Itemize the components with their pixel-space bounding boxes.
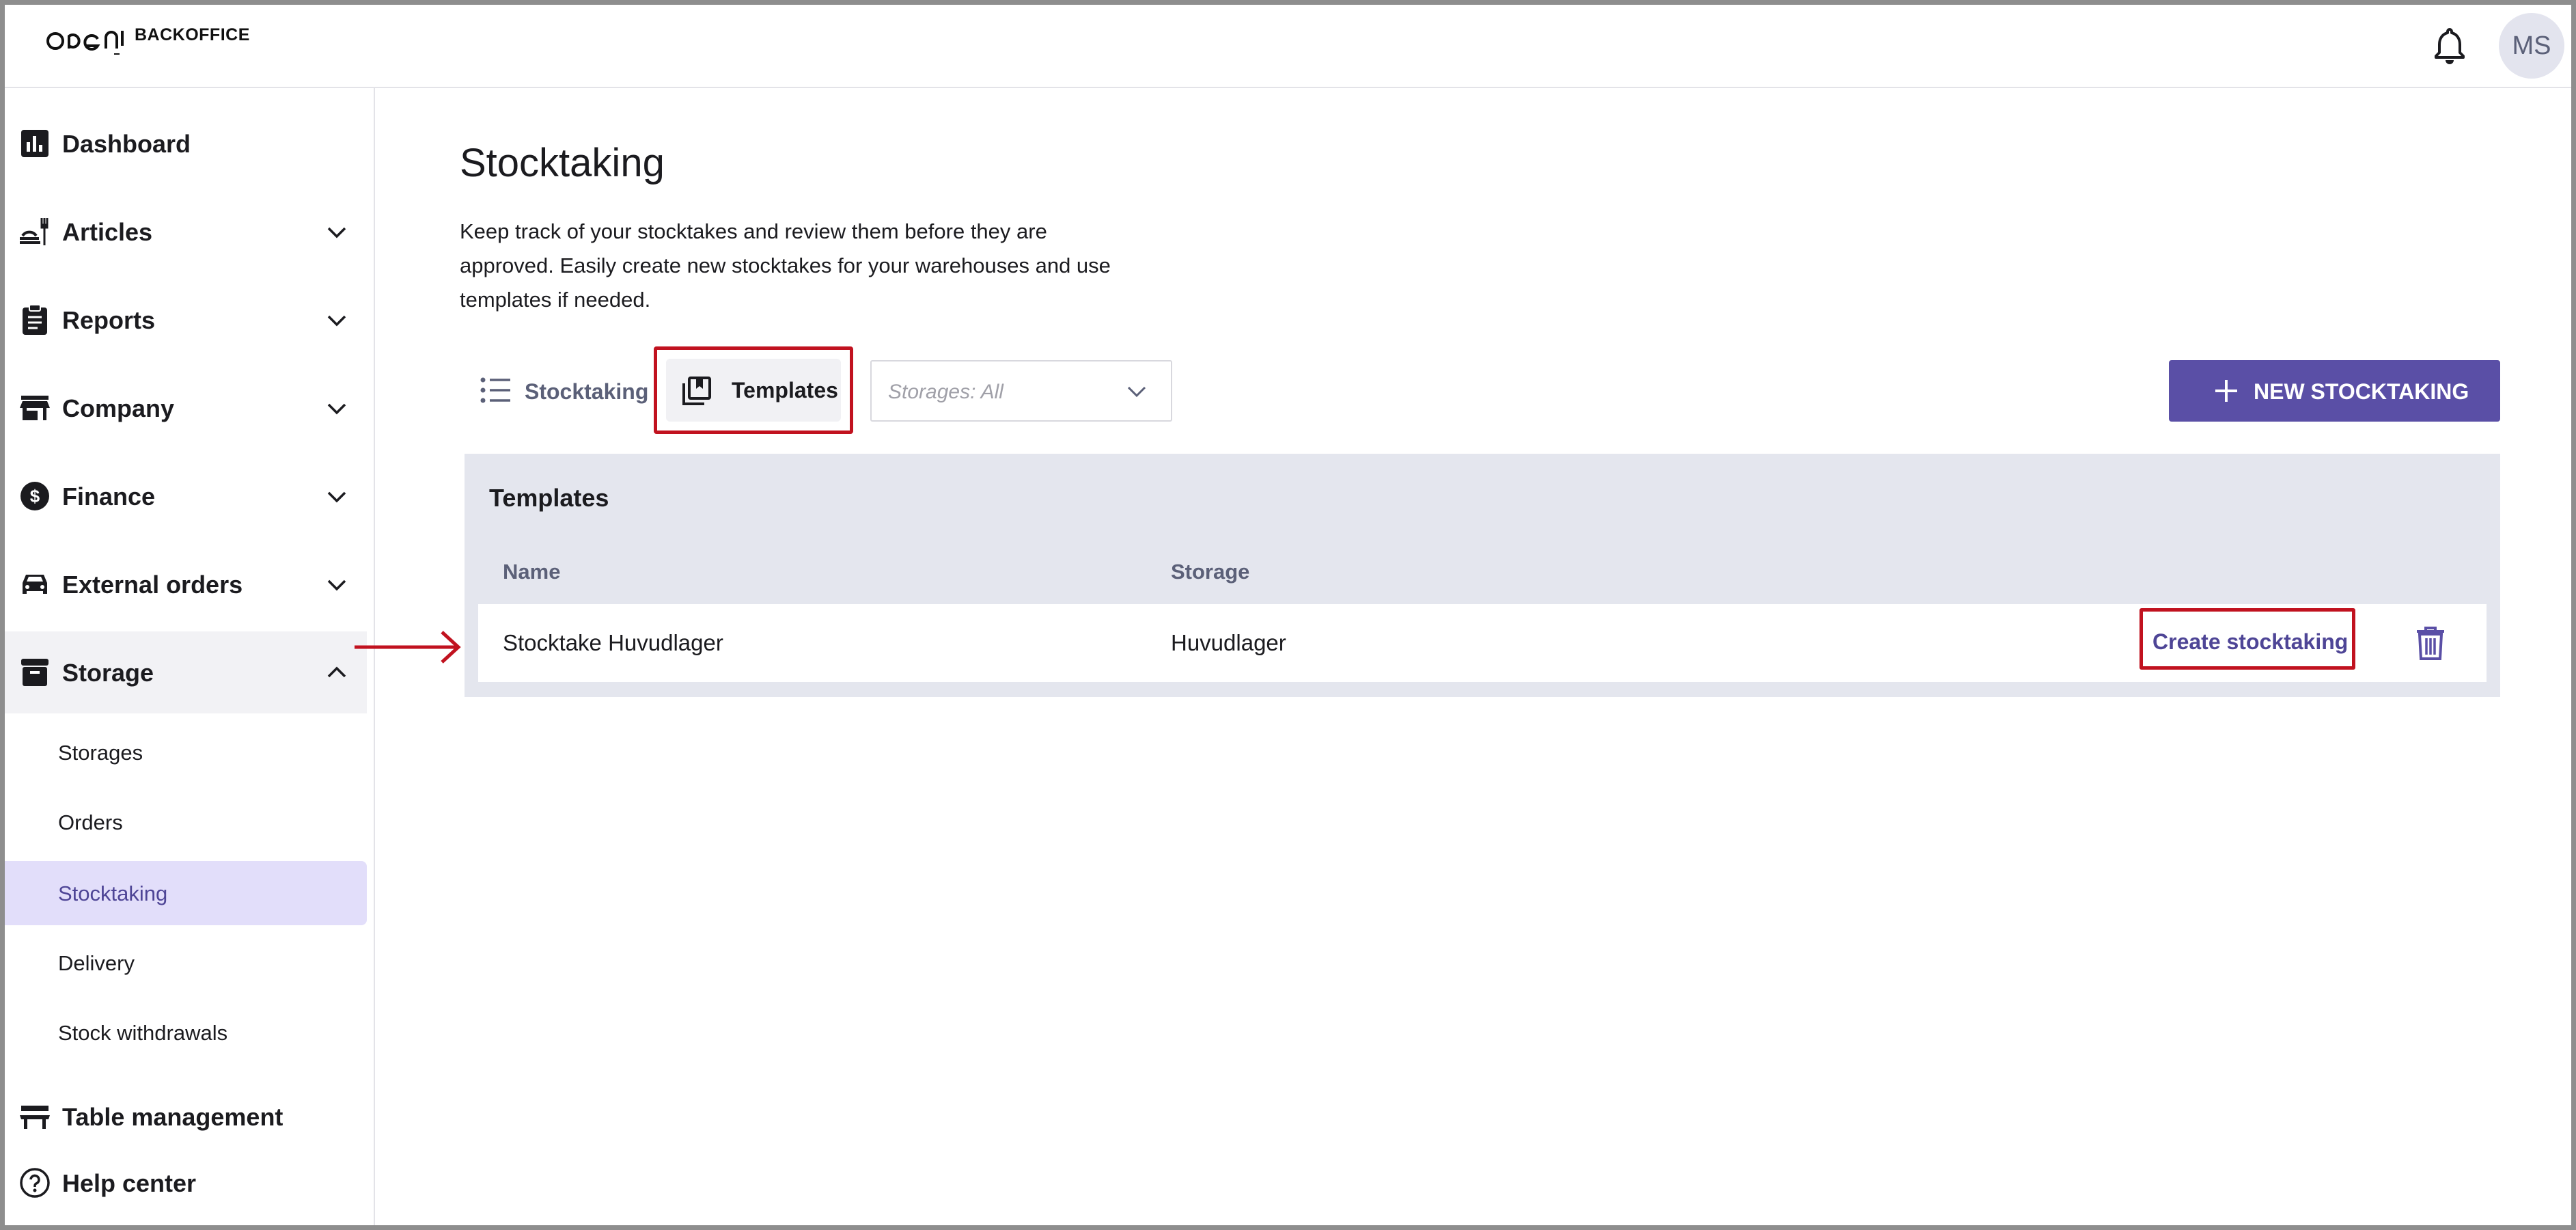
notification-bell-icon[interactable] [2433,25,2466,65]
svg-text:$: $ [30,486,40,506]
sidebar-item-label: Help center [62,1169,197,1197]
sidebar-item-label: Storage [62,659,154,687]
tab-stocktaking[interactable]: Stocktaking [467,360,651,422]
sidebar-subitem-delivery[interactable]: Delivery [5,931,367,995]
tab-templates-background: Templates [666,359,841,422]
sidebar-item-label: Finance [62,482,156,510]
chevron-down-icon [327,227,346,238]
sidebar-item-dashboard[interactable]: Dashboard [5,111,367,176]
list-icon [480,377,510,403]
sidebar-item-label: Dashboard [62,130,191,158]
tab-label: Templates [732,378,838,402]
sidebar-item-articles[interactable]: Articles [5,200,367,264]
templates-icon [682,377,711,405]
page-title: Stocktaking [460,141,665,185]
clipboard-icon [23,304,47,335]
template-name-cell: Stocktake Huvudlager [503,630,723,655]
sidebar-item-reports[interactable]: Reports [5,288,367,352]
user-avatar[interactable]: MS [2499,13,2564,79]
sidebar-item-help-center[interactable]: Help center [5,1151,367,1215]
sidebar-item-storage[interactable]: Storage [5,631,367,713]
sidebar-item-table-management[interactable]: Table management [5,1084,367,1149]
bar-chart-icon [21,130,49,157]
sidebar-item-label: Reports [62,306,156,334]
sidebar-subitem-orders[interactable]: Orders [5,790,367,854]
chevron-down-icon [1127,386,1146,398]
plus-icon [2215,380,2237,402]
trash-icon[interactable] [2415,626,2446,660]
sidebar-subitem-label: Stock withdrawals [58,1021,228,1045]
sidebar-item-label: External orders [62,571,243,599]
sidebar-item-company[interactable]: Company [5,376,367,440]
sidebar-subitem-label: Orders [58,810,123,834]
open-logo-icon [46,31,124,55]
chevron-down-icon [327,579,346,591]
new-stocktaking-button[interactable]: NEW STOCKTAKING [2169,360,2500,422]
chevron-down-icon [327,403,346,415]
archive-box-icon [21,659,49,686]
column-header-name: Name [503,560,561,584]
sidebar-item-external-orders[interactable]: External orders [5,552,367,616]
sidebar: Dashboard Articles Reports Company $ Fin… [5,88,375,1225]
avatar-initials: MS [2512,31,2551,60]
sidebar-item-finance[interactable]: $ Finance [5,464,367,528]
sidebar-subitem-storages[interactable]: Storages [5,720,367,784]
app-window: BACKOFFICE MS Dashboard Articles Reports… [0,0,2576,1230]
logo-text: BACKOFFICE [135,25,250,44]
storage-filter-select[interactable]: Storages: All [870,360,1172,422]
chevron-up-icon [327,666,346,678]
sidebar-item-label: Table management [62,1103,283,1131]
table-title: Templates [489,484,609,512]
sidebar-subitem-label: Delivery [58,951,135,975]
sidebar-subitem-stock-withdrawals[interactable]: Stock withdrawals [5,1000,367,1065]
storage-filter-value: Storages: All [888,381,1003,403]
create-stocktaking-label: Create stocktaking [2152,629,2349,654]
create-stocktaking-link[interactable]: Create stocktaking [2139,608,2355,670]
sidebar-item-label: Company [62,394,175,422]
help-circle-icon [20,1168,50,1198]
tab-templates[interactable]: Templates [654,346,853,434]
table-icon [20,1106,50,1129]
button-label: NEW STOCKTAKING [2254,379,2469,404]
sidebar-subitem-label: Storages [58,741,143,765]
top-bar: BACKOFFICE MS [5,5,2571,88]
sidebar-subitem-stocktaking[interactable]: Stocktaking [5,861,367,925]
dollar-coin-icon: $ [20,482,49,510]
page-description: Keep track of your stocktakes and review… [460,219,1111,312]
sidebar-item-label: Articles [62,218,153,246]
tab-label: Stocktaking [525,379,649,404]
templates-table: Templates Name Storage Stocktake Huvudla… [465,454,2500,697]
chevron-down-icon [327,491,346,503]
annotation-arrow-icon [355,631,461,664]
food-service-icon [20,218,49,245]
storefront-icon [20,396,50,420]
column-header-storage: Storage [1171,560,1250,584]
chevron-down-icon [327,315,346,327]
sidebar-subitem-label: Stocktaking [58,882,168,905]
car-icon [23,575,47,594]
template-storage-cell: Huvudlager [1171,630,1286,655]
table-row: Stocktake Huvudlager Huvudlager Create s… [478,604,2487,682]
